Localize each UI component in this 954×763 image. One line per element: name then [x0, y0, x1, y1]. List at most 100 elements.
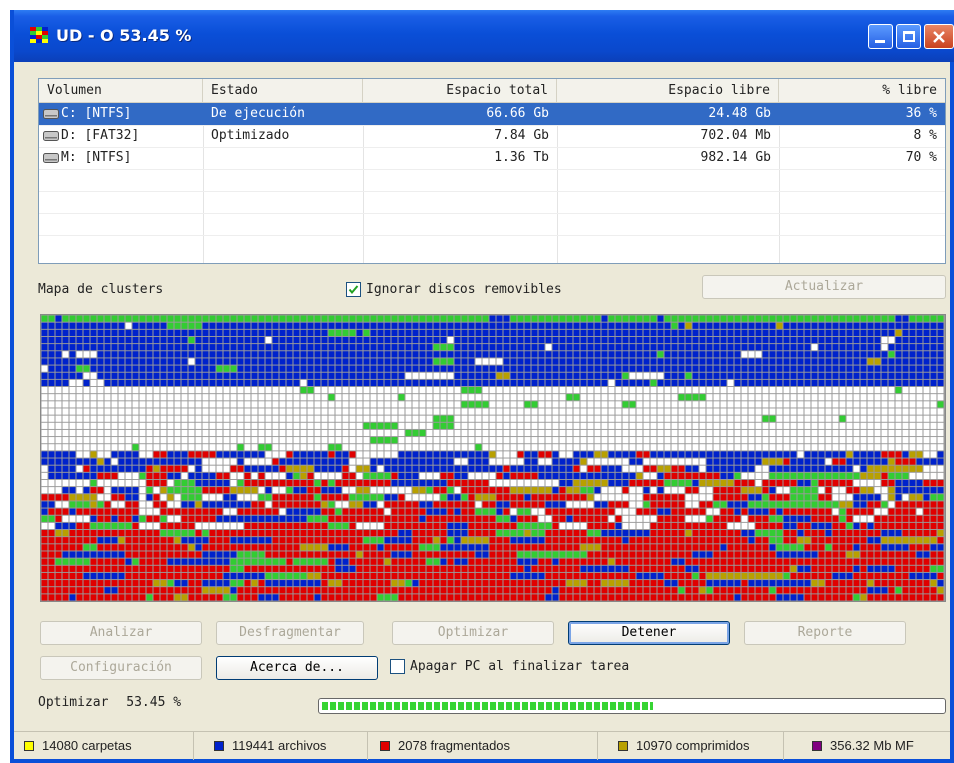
- cluster-cell: [90, 401, 97, 408]
- cluster-cell: [755, 422, 762, 429]
- cluster-cell: [692, 565, 699, 572]
- cluster-cell: [790, 358, 797, 365]
- cluster-cell: [510, 501, 517, 508]
- cluster-cell: [538, 487, 545, 494]
- cluster-cell: [531, 580, 538, 587]
- cluster-cell: [272, 351, 279, 358]
- cluster-cell: [853, 336, 860, 344]
- column-header-free[interactable]: Espacio libre: [557, 79, 779, 103]
- cluster-cell: [769, 515, 776, 522]
- cluster-cell: [160, 315, 167, 322]
- cluster-cell: [335, 565, 342, 572]
- cluster-cell: [188, 387, 195, 394]
- cluster-cell: [90, 422, 97, 429]
- cluster-cell: [783, 537, 790, 544]
- cluster-cell: [846, 465, 853, 472]
- column-header-total[interactable]: Espacio total: [363, 79, 557, 103]
- cluster-cell: [825, 344, 832, 351]
- cluster-cell: [447, 408, 454, 415]
- cluster-cell: [286, 408, 293, 415]
- cluster-cell: [265, 444, 272, 451]
- cluster-cell: [881, 544, 888, 551]
- cluster-cell: [258, 551, 265, 558]
- volume-list[interactable]: Volumen Estado Espacio total Espacio lib…: [38, 78, 946, 264]
- cluster-cell: [412, 458, 419, 465]
- cluster-cell: [412, 522, 419, 530]
- cluster-cell: [307, 322, 314, 329]
- cluster-cell: [727, 415, 734, 422]
- cluster-cell: [902, 336, 909, 344]
- column-header-volume[interactable]: Volumen: [39, 79, 203, 103]
- cluster-cell: [615, 336, 622, 344]
- cluster-cell: [97, 387, 104, 394]
- cluster-cell: [839, 515, 846, 522]
- cluster-cell: [468, 501, 475, 508]
- checkbox-box[interactable]: [346, 282, 361, 297]
- cluster-cell: [272, 572, 279, 580]
- volume-row-d[interactable]: D: [FAT32] Optimizado 7.84 Gb 702.04 Mb …: [39, 125, 945, 147]
- cluster-cell: [783, 465, 790, 472]
- volume-row-c[interactable]: C: [NTFS] De ejecución 66.66 Gb 24.48 Gb…: [39, 103, 945, 125]
- cluster-cell: [90, 572, 97, 580]
- cluster-cell: [279, 479, 286, 487]
- cluster-cell: [41, 479, 48, 487]
- cluster-cell: [356, 322, 363, 329]
- cluster-cell: [860, 394, 867, 401]
- cluster-cell: [685, 329, 692, 336]
- cluster-cell: [223, 522, 230, 530]
- cluster-cell: [503, 472, 510, 479]
- cluster-cell: [188, 565, 195, 572]
- cluster-cell: [580, 437, 587, 444]
- cluster-cell: [762, 544, 769, 551]
- maximize-button[interactable]: [896, 24, 921, 49]
- column-header-status[interactable]: Estado: [203, 79, 363, 103]
- cluster-cell: [720, 379, 727, 387]
- minimize-button[interactable]: [868, 24, 893, 49]
- close-button[interactable]: [924, 24, 954, 49]
- cluster-cell: [524, 522, 531, 530]
- cluster-cell: [503, 365, 510, 372]
- cluster-cell: [573, 544, 580, 551]
- cluster-cell: [622, 437, 629, 444]
- cluster-cell: [489, 315, 496, 322]
- cluster-cell: [76, 444, 83, 451]
- cluster-cell: [930, 387, 937, 394]
- cluster-cell: [447, 429, 454, 437]
- volume-row-m[interactable]: M: [NTFS] 1.36 Tb 982.14 Gb 70 %: [39, 147, 945, 169]
- cluster-cell: [468, 394, 475, 401]
- cluster-cell: [608, 437, 615, 444]
- cluster-cell: [314, 336, 321, 344]
- cluster-cell: [517, 344, 524, 351]
- cluster-cell: [832, 522, 839, 530]
- title-bar[interactable]: UD - O 53.45 %: [14, 10, 954, 62]
- cluster-cell: [300, 551, 307, 558]
- cluster-cell: [146, 322, 153, 329]
- cluster-cell: [391, 494, 398, 501]
- column-header-pct[interactable]: % libre: [779, 79, 945, 103]
- cluster-cell: [125, 451, 132, 458]
- cluster-cell: [818, 537, 825, 544]
- refresh-button[interactable]: Actualizar: [702, 275, 946, 299]
- cluster-cell: [923, 458, 930, 465]
- cluster-cell: [377, 558, 384, 565]
- cluster-cell: [251, 401, 258, 408]
- cluster-cell: [412, 479, 419, 487]
- cluster-cell: [524, 508, 531, 515]
- cluster-cell: [475, 572, 482, 580]
- cluster-cell: [916, 372, 923, 379]
- cluster-cell: [251, 408, 258, 415]
- cluster-cell: [251, 515, 258, 522]
- cluster-cell: [671, 551, 678, 558]
- cluster-cell: [720, 322, 727, 329]
- cluster-cell: [510, 522, 517, 530]
- cluster-cell: [566, 522, 573, 530]
- cluster-cell: [776, 522, 783, 530]
- cluster-cell: [636, 315, 643, 322]
- cluster-cell: [531, 558, 538, 565]
- cluster-cell: [321, 580, 328, 587]
- cluster-cell: [482, 565, 489, 572]
- cluster-cell: [69, 379, 76, 387]
- cluster-cell: [244, 444, 251, 451]
- cluster-cell: [741, 572, 748, 580]
- cluster-cell: [601, 551, 608, 558]
